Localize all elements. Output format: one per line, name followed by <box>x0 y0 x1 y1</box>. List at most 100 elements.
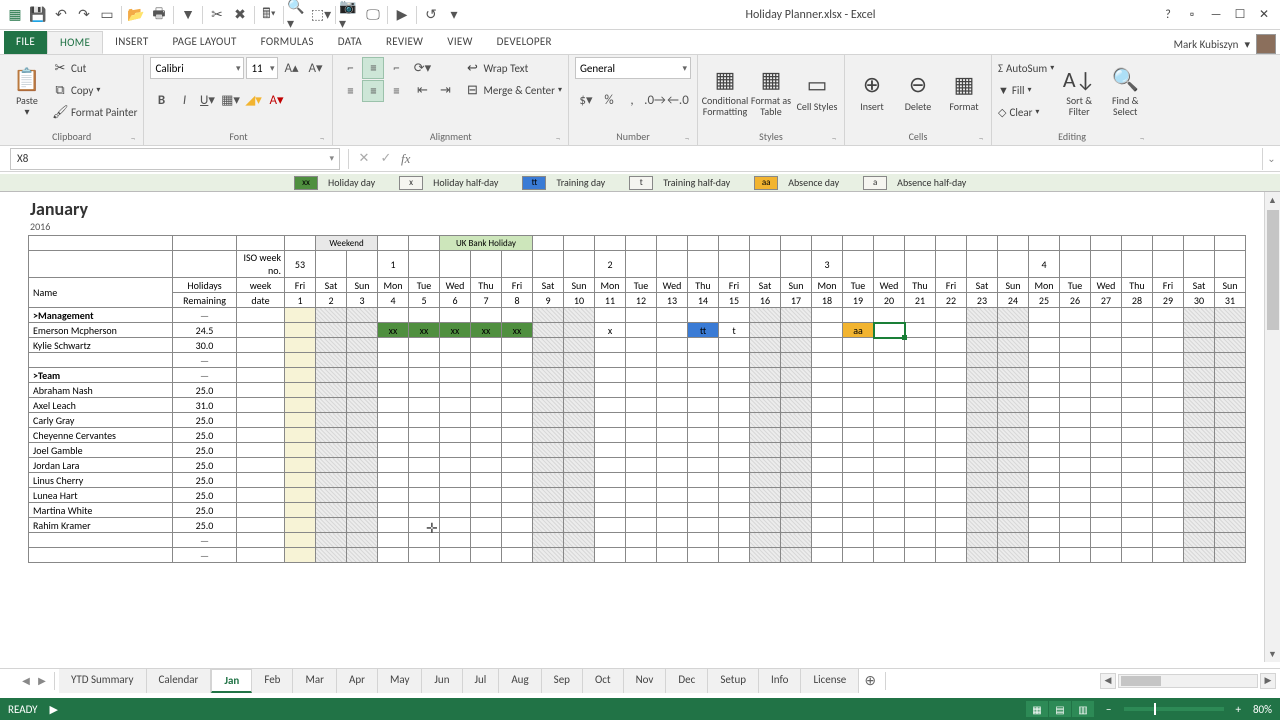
cell[interactable] <box>812 488 843 503</box>
cell[interactable] <box>874 428 905 443</box>
cell[interactable] <box>1215 398 1246 413</box>
cell[interactable] <box>1029 236 1060 251</box>
cell[interactable] <box>564 353 595 368</box>
cell[interactable] <box>285 413 316 428</box>
cell[interactable] <box>750 428 781 443</box>
cell[interactable]: Sun <box>998 278 1029 293</box>
merge-center-button[interactable]: ⊟Merge & Center▾ <box>464 79 562 101</box>
cell[interactable] <box>719 251 750 278</box>
cell[interactable] <box>688 338 719 353</box>
cell[interactable] <box>471 488 502 503</box>
cell[interactable] <box>378 443 409 458</box>
cell[interactable] <box>719 443 750 458</box>
cell[interactable] <box>595 383 626 398</box>
cell[interactable]: 11 <box>595 293 626 308</box>
cell[interactable]: Tue <box>1060 278 1091 293</box>
cell[interactable] <box>688 236 719 251</box>
cell[interactable] <box>237 458 285 473</box>
cell[interactable] <box>1184 413 1215 428</box>
view-normal-icon[interactable]: ▦ <box>1026 701 1048 717</box>
cell[interactable] <box>1091 473 1122 488</box>
cell[interactable] <box>936 368 967 383</box>
cell[interactable] <box>564 383 595 398</box>
cell[interactable] <box>657 251 688 278</box>
cell[interactable] <box>378 428 409 443</box>
cell[interactable] <box>471 338 502 353</box>
sheet-tab-may[interactable]: May <box>378 669 422 693</box>
cell[interactable] <box>1091 308 1122 323</box>
cell[interactable] <box>285 533 316 548</box>
save-icon[interactable]: 💾 <box>27 4 49 26</box>
cell[interactable] <box>1029 338 1060 353</box>
cell[interactable] <box>1091 458 1122 473</box>
cell[interactable] <box>1060 338 1091 353</box>
cell[interactable]: 30 <box>1184 293 1215 308</box>
cell[interactable] <box>533 473 564 488</box>
cell[interactable] <box>843 236 874 251</box>
cell[interactable] <box>347 503 378 518</box>
cell[interactable]: 17 <box>781 293 812 308</box>
cell[interactable] <box>874 503 905 518</box>
cell[interactable] <box>533 323 564 338</box>
cell[interactable] <box>1215 353 1246 368</box>
cell[interactable] <box>843 413 874 428</box>
cell[interactable]: 25.0 <box>173 503 237 518</box>
zoom-out-icon[interactable]: − <box>1106 703 1111 716</box>
cell[interactable] <box>409 428 440 443</box>
cell[interactable] <box>1091 503 1122 518</box>
cell[interactable] <box>1215 533 1246 548</box>
cell[interactable] <box>1153 236 1184 251</box>
sheet-tab-ytd-summary[interactable]: YTD Summary <box>59 669 147 693</box>
cell[interactable] <box>595 488 626 503</box>
cell[interactable]: Sun <box>1215 278 1246 293</box>
cell[interactable] <box>378 236 409 251</box>
cell[interactable] <box>533 488 564 503</box>
align-right-icon[interactable]: ≡ <box>385 80 407 102</box>
cell[interactable] <box>595 533 626 548</box>
cell[interactable] <box>998 236 1029 251</box>
cell[interactable]: 4 <box>378 293 409 308</box>
cell[interactable]: 31 <box>1215 293 1246 308</box>
cell[interactable] <box>781 308 812 323</box>
cell[interactable] <box>533 518 564 533</box>
cell[interactable]: 29 <box>1153 293 1184 308</box>
cell[interactable] <box>564 338 595 353</box>
cell[interactable] <box>843 458 874 473</box>
sheet-tab-nov[interactable]: Nov <box>624 669 667 693</box>
cell[interactable] <box>1122 488 1153 503</box>
cell[interactable] <box>440 413 471 428</box>
cell[interactable]: xx <box>409 323 440 338</box>
cell[interactable]: Sat <box>750 278 781 293</box>
cell[interactable] <box>657 443 688 458</box>
format-as-table-button[interactable]: ▦Format as Table <box>750 57 792 125</box>
view-layout-icon[interactable]: ▤ <box>1049 701 1071 717</box>
cell[interactable]: Tue <box>626 278 657 293</box>
cell[interactable] <box>936 398 967 413</box>
cell[interactable]: 25.0 <box>173 428 237 443</box>
cell[interactable] <box>1184 368 1215 383</box>
cell[interactable] <box>1153 458 1184 473</box>
cell[interactable]: Sun <box>564 278 595 293</box>
cell[interactable] <box>409 413 440 428</box>
cell[interactable] <box>1091 338 1122 353</box>
cell[interactable] <box>1091 533 1122 548</box>
selection-icon[interactable]: ⬚▾ <box>310 4 332 26</box>
cell[interactable] <box>378 353 409 368</box>
cell[interactable] <box>502 338 533 353</box>
cell[interactable] <box>905 236 936 251</box>
cell[interactable] <box>936 413 967 428</box>
cell[interactable] <box>905 428 936 443</box>
cell[interactable] <box>688 503 719 518</box>
cell[interactable] <box>1060 533 1091 548</box>
cell[interactable] <box>1153 428 1184 443</box>
cell[interactable] <box>502 368 533 383</box>
cell[interactable] <box>657 548 688 563</box>
cell[interactable] <box>626 533 657 548</box>
cell[interactable] <box>1184 548 1215 563</box>
cell[interactable] <box>1122 413 1153 428</box>
cell[interactable] <box>843 548 874 563</box>
cell[interactable] <box>998 473 1029 488</box>
cell[interactable] <box>347 488 378 503</box>
cell[interactable] <box>936 458 967 473</box>
cell[interactable] <box>285 548 316 563</box>
